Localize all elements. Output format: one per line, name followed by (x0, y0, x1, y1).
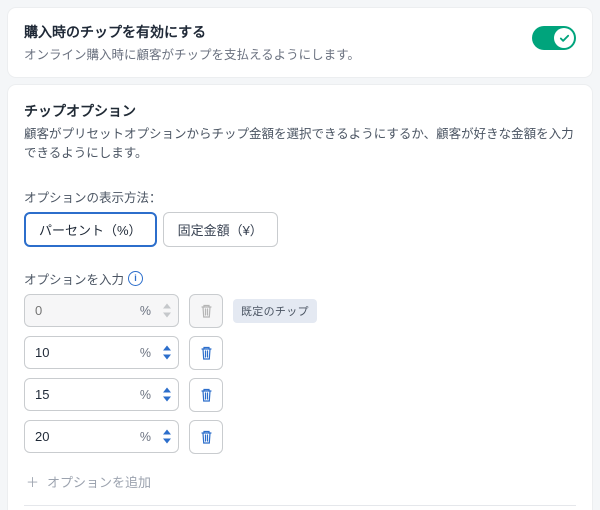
quantity-stepper[interactable] (161, 344, 173, 361)
enter-options-label: オプションを入力 i (24, 269, 576, 288)
enable-tip-subtitle: オンライン購入時に顧客がチップを支払えるようにします。 (24, 44, 576, 63)
percent-suffix: % (140, 430, 151, 444)
check-icon (559, 33, 570, 44)
chevron-up-icon[interactable] (161, 344, 173, 352)
tip-options-description: 顧客がプリセットオプションからチップ金額を選択できるようにするか、顧客が好きな金… (24, 125, 576, 163)
chevron-up-icon[interactable] (161, 428, 173, 436)
chevron-down-icon[interactable] (161, 437, 173, 445)
option-row: % (24, 378, 576, 412)
option-row: % (24, 336, 576, 370)
chevron-down-icon[interactable] (161, 353, 173, 361)
option-row: % 既定のチップ (24, 294, 576, 328)
display-method-label: オプションの表示方法： (24, 187, 576, 206)
trash-icon (200, 430, 213, 444)
option-input-wrap: % (24, 294, 179, 327)
percent-suffix: % (140, 346, 151, 360)
enable-tip-title: 購入時のチップを有効にする (24, 22, 576, 42)
segment-percent[interactable]: パーセント（%） (24, 212, 157, 247)
delete-option-button[interactable] (189, 420, 223, 454)
tip-options-title: チップオプション (24, 101, 576, 121)
quantity-stepper[interactable] (161, 428, 173, 445)
default-tip-badge: 既定のチップ (233, 299, 317, 323)
delete-option-button[interactable] (189, 336, 223, 370)
segment-fixed[interactable]: 固定金額（¥） (163, 212, 278, 247)
add-option-label: オプションを追加 (47, 472, 151, 491)
display-method-segmented: パーセント（%） 固定金額（¥） (24, 212, 576, 247)
trash-icon (200, 388, 213, 402)
delete-option-button (189, 294, 223, 328)
option-input-wrap: % (24, 420, 179, 453)
option-input-wrap: % (24, 336, 179, 369)
option-input (24, 294, 179, 327)
option-row: % (24, 420, 576, 454)
quantity-stepper (161, 302, 173, 319)
option-input-wrap: % (24, 378, 179, 411)
enter-options-text: オプションを入力 (24, 269, 124, 288)
option-input[interactable] (24, 336, 179, 369)
tip-options-card: チップオプション 顧客がプリセットオプションからチップ金額を選択できるようにする… (8, 85, 592, 510)
enable-tip-toggle[interactable] (532, 26, 576, 50)
chevron-up-icon (161, 302, 173, 310)
enable-tip-card: 購入時のチップを有効にする オンライン購入時に顧客がチップを支払えるようにします… (8, 8, 592, 77)
option-input[interactable] (24, 378, 179, 411)
trash-icon (200, 304, 213, 318)
percent-suffix: % (140, 388, 151, 402)
chevron-up-icon[interactable] (161, 386, 173, 394)
info-icon[interactable]: i (128, 271, 143, 286)
option-input[interactable] (24, 420, 179, 453)
add-option-button[interactable]: ＋ オプションを追加 (24, 462, 576, 506)
chevron-down-icon (161, 311, 173, 319)
percent-suffix: % (140, 304, 151, 318)
toggle-knob (554, 28, 574, 48)
chevron-down-icon[interactable] (161, 395, 173, 403)
trash-icon (200, 346, 213, 360)
delete-option-button[interactable] (189, 378, 223, 412)
quantity-stepper[interactable] (161, 386, 173, 403)
plus-icon: ＋ (26, 472, 39, 491)
